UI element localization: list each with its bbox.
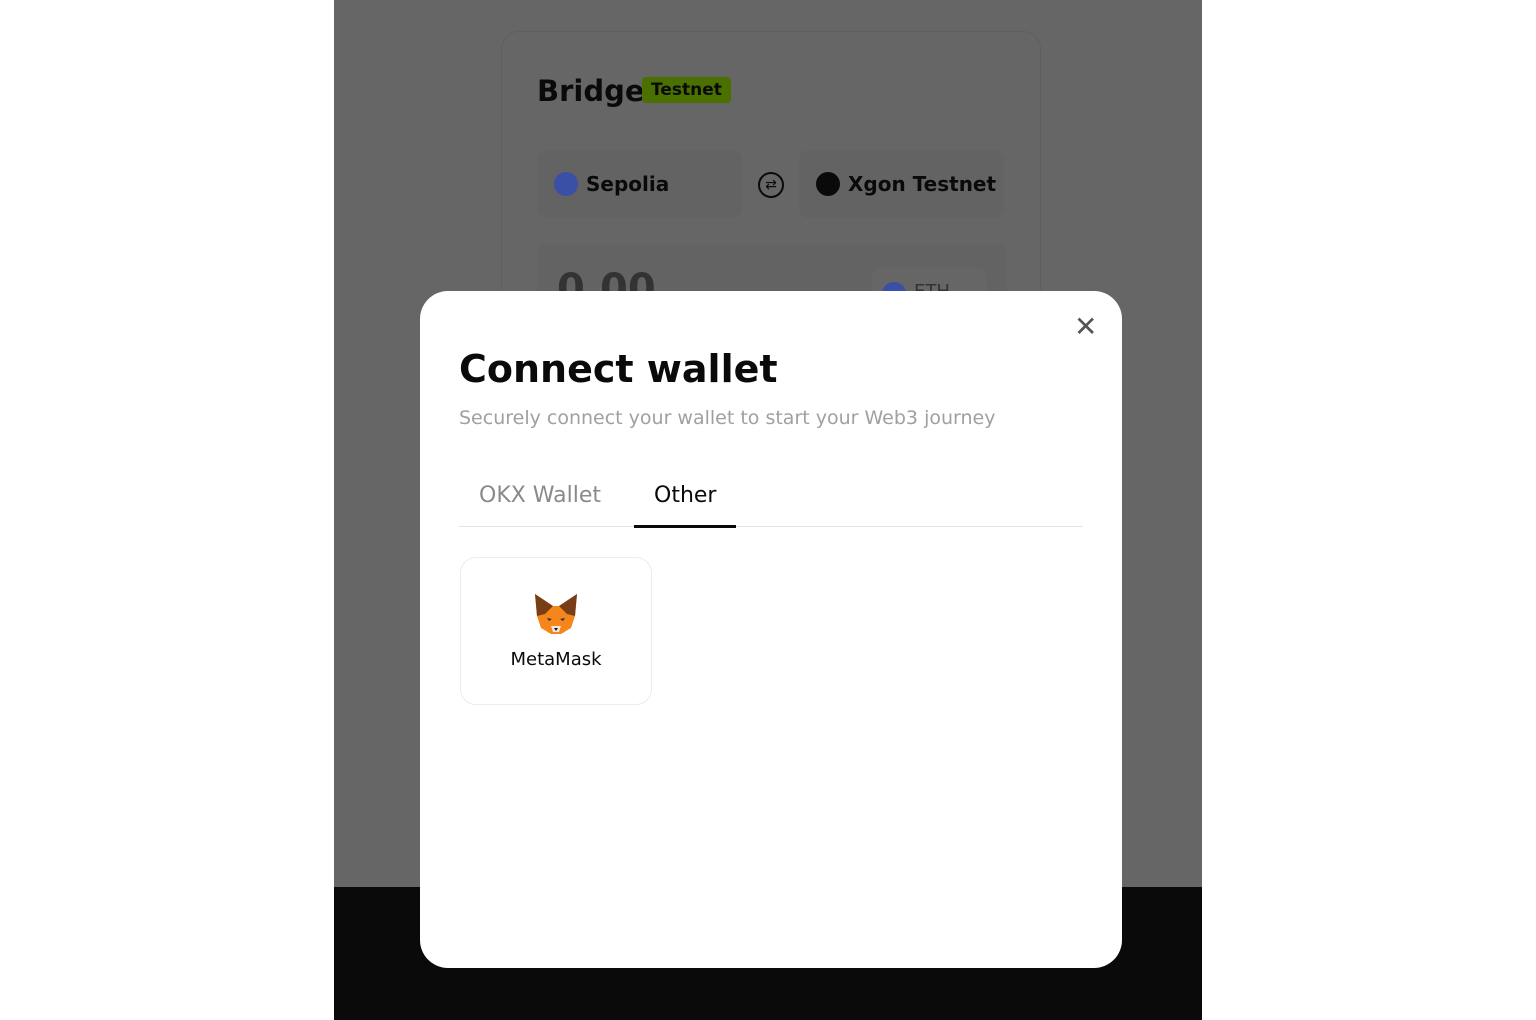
modal-title: Connect wallet [459,347,778,391]
modal-subtitle: Securely connect your wallet to start yo… [459,407,996,429]
ethereum-icon [554,172,578,196]
wallet-tabs: OKX Wallet Other [459,481,1083,528]
testnet-badge: Testnet [642,77,731,103]
metamask-fox-icon [535,594,577,634]
tab-other[interactable]: Other [634,483,737,528]
wallet-option-metamask[interactable]: MetaMask [460,557,652,705]
xgon-icon [816,172,840,196]
bridge-title: Bridge [537,74,645,108]
to-network-label: Xgon Testnet [848,172,997,196]
connect-wallet-modal: ✕ Connect wallet Securely connect your w… [420,291,1122,968]
from-network-label: Sepolia [586,172,670,196]
tab-okx-wallet[interactable]: OKX Wallet [459,483,621,527]
close-icon[interactable]: ✕ [1074,313,1097,341]
from-network-selector[interactable]: Sepolia [537,150,742,218]
to-network-selector[interactable]: Xgon Testnet [799,150,1004,218]
wallet-name: MetaMask [510,649,602,670]
swap-icon[interactable]: ⇄ [758,172,784,198]
